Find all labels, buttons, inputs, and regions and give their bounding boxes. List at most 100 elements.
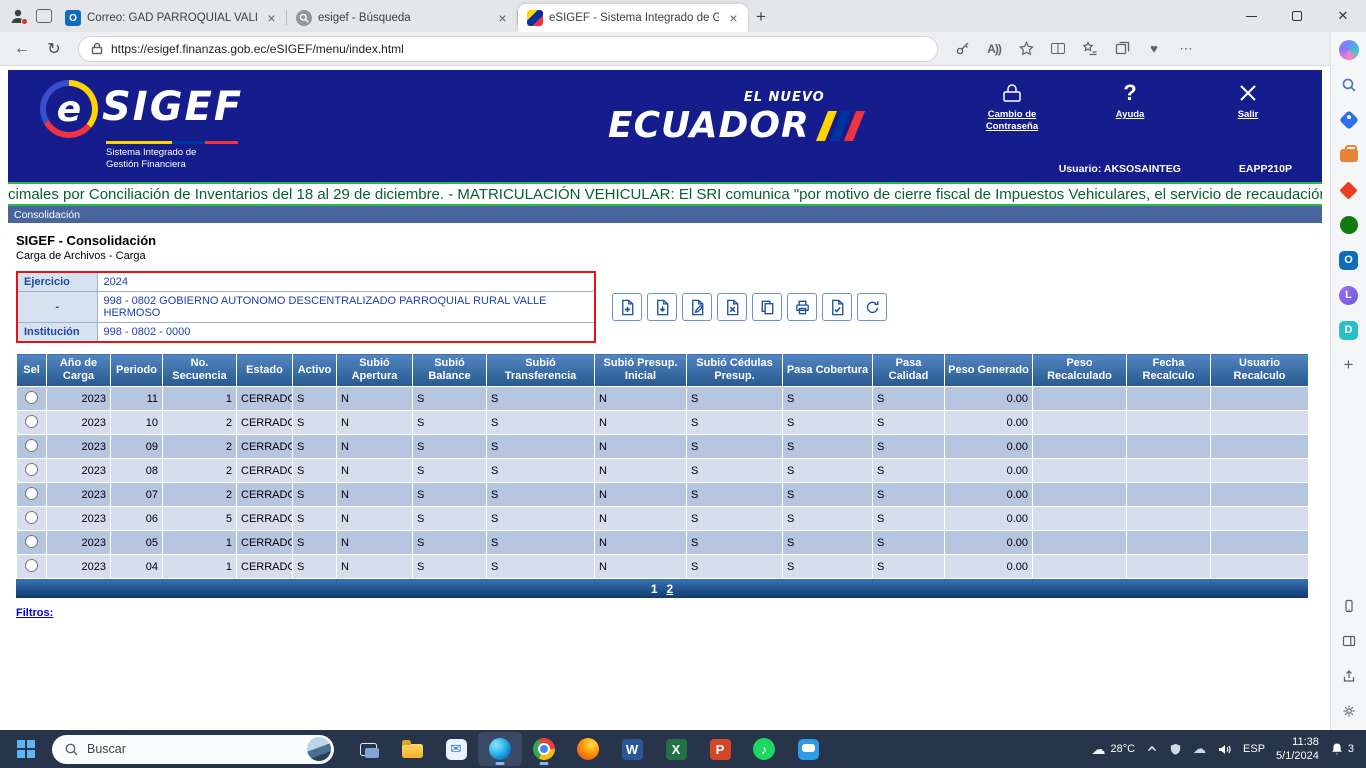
approve-button[interactable] [822, 293, 852, 321]
split-screen-icon[interactable] [1044, 35, 1072, 63]
row-select-radio[interactable] [25, 559, 38, 572]
copilot-sidebar-icon[interactable] [1338, 39, 1360, 61]
panel-sidebar-icon[interactable] [1338, 630, 1360, 652]
change-password-button[interactable]: Cambio de Contraseña [966, 80, 1058, 133]
new-file-button[interactable] [612, 293, 642, 321]
word-taskbar-icon[interactable]: W [610, 732, 654, 766]
start-button[interactable] [8, 732, 44, 766]
grid-cell: S [487, 483, 595, 507]
password-key-icon[interactable] [948, 35, 976, 63]
save-file-button[interactable] [647, 293, 677, 321]
address-bar[interactable]: https://esigef.finanzas.gob.ec/eSIGEF/me… [78, 36, 938, 62]
minimize-button[interactable] [1228, 0, 1274, 32]
grid-cell: S [687, 483, 783, 507]
security-shield-icon[interactable] [1169, 743, 1182, 756]
row-select-radio[interactable] [25, 439, 38, 452]
refresh-search-button[interactable] [857, 293, 887, 321]
grid-cell: S [783, 531, 873, 555]
row-select-radio[interactable] [25, 535, 38, 548]
weather-widget[interactable]: ☁ 28°C [1091, 741, 1135, 758]
browser-essentials-icon[interactable]: ♥ [1140, 35, 1168, 63]
phone-sidebar-icon[interactable] [1338, 595, 1360, 617]
favorites-icon[interactable] [1076, 35, 1104, 63]
add-favorite-star-icon[interactable] [1012, 35, 1040, 63]
shopping-sidebar-icon[interactable] [1338, 109, 1360, 131]
tab-close-icon[interactable]: × [725, 10, 742, 27]
spotify-taskbar-icon[interactable]: ♪ [742, 732, 786, 766]
page-number-link[interactable]: 2 [667, 582, 674, 596]
hidden-icons-caret[interactable] [1146, 743, 1158, 755]
row-select-radio[interactable] [25, 511, 38, 524]
row-select-radio[interactable] [25, 391, 38, 404]
tab-esigef-active[interactable]: eSIGEF - Sistema Integrado de G × [518, 4, 748, 32]
language-indicator[interactable]: ESP [1243, 743, 1265, 755]
refresh-button[interactable]: ↻ [40, 35, 68, 63]
taskbar-clock[interactable]: 11:38 5/1/2024 [1276, 735, 1319, 764]
grid-cell: 0.00 [945, 531, 1033, 555]
read-aloud-icon[interactable]: A)) [980, 35, 1008, 63]
outlook-sidebar-icon[interactable]: O [1338, 249, 1360, 271]
row-select-radio[interactable] [25, 463, 38, 476]
new-tab-button[interactable]: + [748, 4, 774, 30]
task-view-taskbar-icon[interactable] [346, 732, 390, 766]
grid-cell: S [783, 507, 873, 531]
taskbar: Buscar ✉ WXP♪ ☁ 28°C ☁ ESP 11:38 5/1/2024 [0, 730, 1366, 768]
designer-sidebar-icon[interactable]: D [1338, 319, 1360, 341]
microsoft-365-sidebar-icon[interactable] [1338, 179, 1360, 201]
grid-col-header: Subió Balance [413, 354, 487, 387]
help-button[interactable]: ? Ayuda [1084, 80, 1176, 133]
workspaces-icon[interactable] [36, 9, 52, 23]
collections-icon[interactable] [1108, 35, 1136, 63]
grid-cell: S [413, 387, 487, 411]
back-button[interactable]: ← [8, 35, 36, 63]
grid-cell [1033, 531, 1127, 555]
powerpoint-taskbar-icon[interactable]: P [698, 732, 742, 766]
taskbar-search[interactable]: Buscar [52, 735, 334, 764]
volume-icon[interactable] [1217, 742, 1232, 757]
mail-taskbar-icon[interactable]: ✉ [434, 732, 478, 766]
notification-center[interactable]: 3 [1330, 742, 1358, 756]
close-button[interactable]: ✕ [1320, 0, 1366, 32]
settings-more-icon[interactable]: ⋯ [1172, 35, 1200, 63]
chrome-taskbar-icon[interactable] [522, 732, 566, 766]
edge-sidebar-bottom [1338, 595, 1360, 722]
print-button[interactable] [787, 293, 817, 321]
tab-close-icon[interactable]: × [494, 10, 511, 27]
grid-cell: N [595, 531, 687, 555]
maximize-button[interactable] [1274, 0, 1320, 32]
chat-taskbar-icon[interactable] [786, 732, 830, 766]
copy-file-button[interactable] [752, 293, 782, 321]
share-sidebar-icon[interactable] [1338, 665, 1360, 687]
settings-sidebar-icon[interactable] [1338, 700, 1360, 722]
games-sidebar-icon[interactable] [1338, 214, 1360, 236]
file-explorer-taskbar-icon[interactable] [390, 732, 434, 766]
loop-sidebar-icon[interactable]: L [1338, 284, 1360, 306]
filters-link[interactable]: Filtros: [16, 607, 53, 619]
browser-profile-icon[interactable] [8, 6, 28, 26]
logout-button[interactable]: Salir [1202, 80, 1294, 133]
onedrive-icon[interactable]: ☁ [1193, 741, 1206, 757]
tab-mail[interactable]: O Correo: GAD PARROQUIAL VALLE × [56, 4, 286, 32]
row-select-radio[interactable] [25, 415, 38, 428]
grid-cell [1127, 459, 1211, 483]
search-sidebar-icon[interactable] [1338, 74, 1360, 96]
add-sidebar-icon[interactable]: + [1338, 354, 1360, 376]
grid-cell [1127, 411, 1211, 435]
firefox-taskbar-icon[interactable] [566, 732, 610, 766]
tab-search[interactable]: esigef - Búsqueda × [287, 4, 517, 32]
grid-header-row: SelAño de CargaPeriodoNo. SecuenciaEstad… [17, 354, 1309, 387]
grid-cell: N [337, 483, 413, 507]
grid-cell: 06 [111, 507, 163, 531]
grid-cell: S [293, 411, 337, 435]
delete-file-button[interactable] [717, 293, 747, 321]
travel-sidebar-icon[interactable] [1338, 144, 1360, 166]
edge-taskbar-icon[interactable] [478, 732, 522, 766]
tab-close-icon[interactable]: × [263, 10, 280, 27]
row-select-radio[interactable] [25, 487, 38, 500]
grid-col-header: Pasa Calidad [873, 354, 945, 387]
logo-subtitle-line2: Gestión Financiera [106, 159, 243, 171]
edit-file-button[interactable] [682, 293, 712, 321]
excel-taskbar-icon[interactable]: X [654, 732, 698, 766]
grid-cell: S [487, 459, 595, 483]
ecuador-logo-top: EL NUEVO [608, 90, 859, 105]
